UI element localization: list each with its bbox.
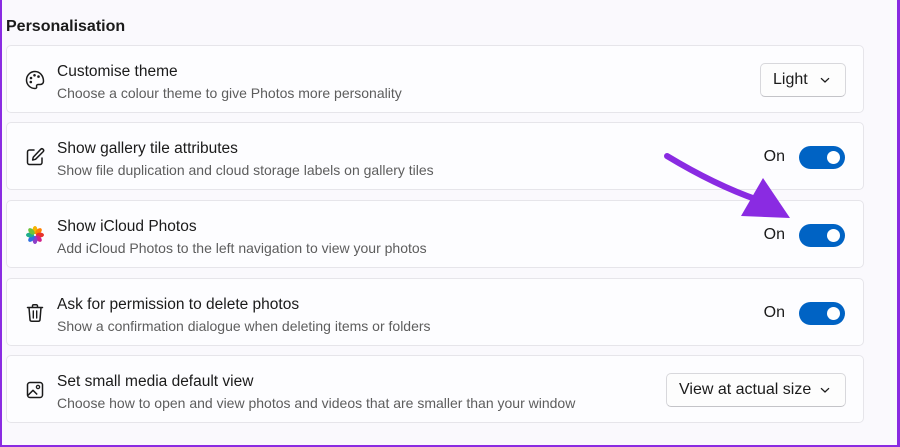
- edit-square-icon: [24, 146, 46, 168]
- delete-permission-toggle[interactable]: [799, 301, 845, 325]
- toggle-state-label: On: [763, 226, 785, 243]
- default-view-dropdown[interactable]: View at actual size: [666, 373, 846, 407]
- delete-permission-toggle-group: On: [764, 301, 845, 325]
- section-title: Personalisation: [6, 18, 126, 35]
- icloud-photos-flower-icon: [24, 224, 46, 246]
- trash-icon: [24, 302, 46, 324]
- setting-description: Add iCloud Photos to the left navigation…: [57, 240, 427, 256]
- setting-title: Customise theme: [57, 63, 178, 80]
- setting-small-media-default-view: Set small media default view Choose how …: [6, 355, 864, 423]
- toggle-state-label: On: [763, 148, 785, 165]
- setting-description: Choose a colour theme to give Photos mor…: [57, 85, 402, 101]
- gallery-attributes-toggle[interactable]: [799, 145, 845, 169]
- toggle-knob: [827, 228, 840, 242]
- toggle-state-label: On: [763, 304, 785, 321]
- chevron-down-icon: [820, 387, 830, 393]
- setting-description: Show a confirmation dialogue when deleti…: [57, 318, 431, 334]
- chevron-down-icon: [820, 77, 830, 83]
- setting-title: Show gallery tile attributes: [57, 140, 238, 157]
- setting-gallery-tile-attributes: Show gallery tile attributes Show file d…: [6, 122, 864, 190]
- setting-delete-permission: Ask for permission to delete photos Show…: [6, 278, 864, 346]
- setting-show-icloud-photos: Show iCloud Photos Add iCloud Photos to …: [6, 200, 864, 268]
- image-icon: [24, 379, 46, 401]
- palette-icon: [24, 69, 46, 91]
- icloud-photos-toggle[interactable]: [799, 223, 845, 247]
- setting-description: Choose how to open and view photos and v…: [57, 395, 576, 411]
- setting-title: Show iCloud Photos: [57, 218, 197, 235]
- toggle-knob: [827, 150, 840, 164]
- gallery-attributes-toggle-group: On: [764, 145, 845, 169]
- icloud-photos-toggle-group: On: [764, 223, 845, 247]
- toggle-knob: [827, 306, 840, 320]
- setting-title: Ask for permission to delete photos: [57, 296, 300, 313]
- setting-description: Show file duplication and cloud storage …: [57, 162, 434, 178]
- setting-customise-theme: Customise theme Choose a colour theme to…: [6, 45, 864, 113]
- theme-dropdown-value: Light: [773, 71, 808, 88]
- setting-title: Set small media default view: [57, 373, 254, 390]
- default-view-dropdown-value: View at actual size: [679, 381, 812, 398]
- theme-dropdown[interactable]: Light: [760, 63, 846, 97]
